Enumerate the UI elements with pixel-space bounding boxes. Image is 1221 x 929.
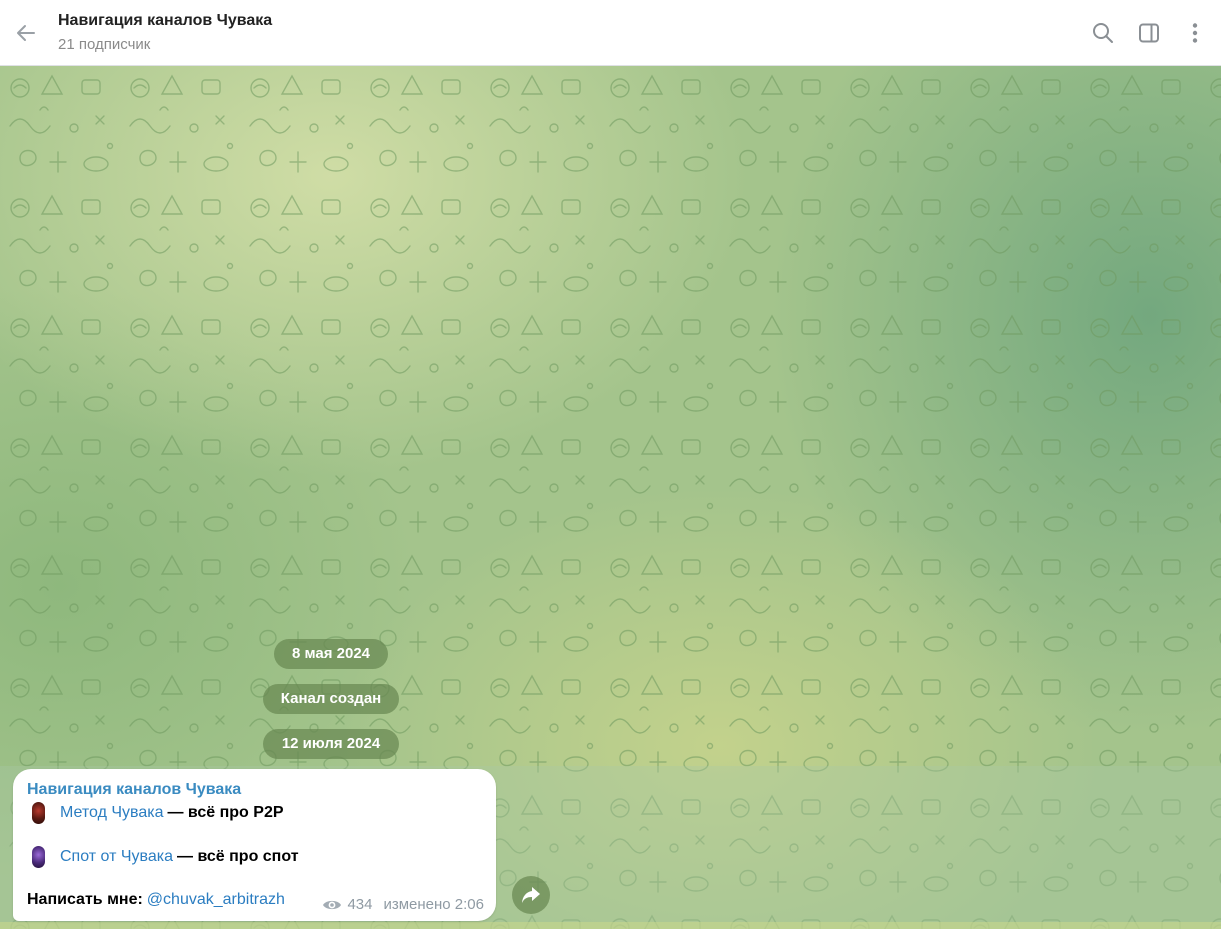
- link-description: — всё про спот: [177, 848, 299, 865]
- red-pin-emoji: [32, 802, 45, 824]
- service-message: Канал создан: [263, 684, 399, 714]
- chat-background: 8 мая 2024 Канал создан 12 июля 2024 Нав…: [0, 66, 1221, 929]
- channel-link[interactable]: Спот от Чувака: [60, 847, 173, 867]
- message-line: Спот от Чувака — всё про спот: [27, 846, 299, 868]
- header-actions: [1087, 17, 1211, 49]
- forward-button[interactable]: [512, 876, 550, 914]
- chat-header: Навигация каналов Чувака 21 подписчик: [0, 0, 1221, 66]
- message-line: Метод Чувака — всё про P2P: [27, 802, 284, 824]
- chat-title[interactable]: Навигация каналов Чувака: [58, 11, 272, 31]
- more-menu-button[interactable]: [1179, 17, 1211, 49]
- date-separator: 8 мая 2024: [274, 639, 388, 669]
- date-separator: 12 июля 2024: [263, 729, 399, 759]
- eye-icon: [322, 898, 342, 912]
- subscriber-count: 21 подписчик: [58, 36, 151, 53]
- sidebar-toggle-icon: [1139, 23, 1159, 43]
- channel-link[interactable]: Метод Чувака: [60, 803, 163, 823]
- telegram-window: Навигация каналов Чувака 21 подписчик 8 …: [0, 0, 1221, 929]
- bottom-edge: [0, 922, 1221, 929]
- views-count: 434: [347, 896, 373, 913]
- more-vertical-icon: [1192, 23, 1198, 43]
- edited-time: изменено 2:06: [383, 896, 484, 913]
- sidebar-toggle-button[interactable]: [1133, 17, 1165, 49]
- message-meta: 434 изменено 2:06: [322, 896, 484, 913]
- contact-username-link[interactable]: @chuvak_arbitrazh: [147, 890, 285, 910]
- link-description: — всё про P2P: [167, 804, 284, 821]
- message-bubble[interactable]: Навигация каналов Чувака Метод Чувака — …: [13, 769, 496, 921]
- message-author[interactable]: Навигация каналов Чувака: [27, 780, 482, 800]
- contact-label: Написать мне:: [27, 891, 143, 908]
- purple-pin-emoji: [32, 846, 45, 868]
- search-icon: [1093, 23, 1113, 43]
- search-button[interactable]: [1087, 17, 1119, 49]
- message-line: Написать мне: @chuvak_arbitrazh: [27, 890, 285, 910]
- back-arrow-icon: [17, 25, 35, 41]
- chat-title-block[interactable]: Навигация каналов Чувака 21 подписчик: [58, 11, 272, 54]
- share-arrow-icon: [522, 887, 540, 903]
- back-button[interactable]: [10, 17, 42, 49]
